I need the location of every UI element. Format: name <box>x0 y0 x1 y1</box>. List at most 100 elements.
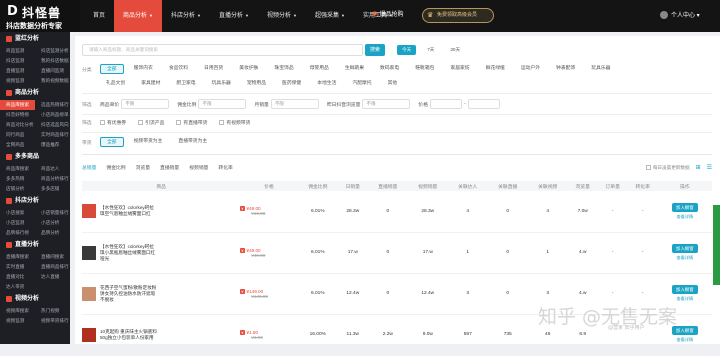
source-chip[interactable]: 视频带货为主 <box>128 137 169 147</box>
price-min-input[interactable] <box>430 99 463 109</box>
sidebar-item[interactable]: 小店商品榜单 <box>35 110 70 120</box>
column-header[interactable]: 直播销量 <box>367 181 408 191</box>
add-to-showcase-button[interactable]: 加入橱窗 <box>671 244 698 253</box>
category-chip[interactable]: 食品饮料 <box>163 64 194 74</box>
price-max-input[interactable] <box>467 99 500 109</box>
nav-item-0[interactable]: 首页 <box>84 0 114 32</box>
checkbox[interactable] <box>176 120 182 126</box>
sidebar-group-2[interactable]: 多多商品 <box>0 150 70 164</box>
search-input[interactable]: 请输入商品标题、商品关键词搜索 <box>82 44 363 56</box>
search-button[interactable]: 搜索 <box>365 44 385 56</box>
product[interactable]: 【水性狂欢】colorkey珂拉琪小黑瓶唇釉丝绒雾面口红哑光 <box>82 244 240 262</box>
category-chip[interactable]: 礼品文创 <box>100 79 131 89</box>
sidebar-item[interactable]: 直播库搜索 <box>0 252 35 262</box>
sidebar-group-0[interactable]: 蓝红分析 <box>0 32 70 46</box>
product-name[interactable]: 花西子空气蜜粉/散粉定妆粉饼女持久控油防水防汗遮瑕不脱妆 <box>100 285 158 303</box>
category-chip[interactable]: 鲜花绿植 <box>480 64 511 74</box>
column-header[interactable]: 关联直播 <box>487 181 528 191</box>
sidebar-item[interactable]: 抖音好物榜 <box>0 110 35 120</box>
daily-update-checkbox[interactable] <box>645 165 651 170</box>
sidebar-item[interactable]: 直播间监测 <box>35 66 70 76</box>
option-checkbox[interactable]: 有优惠券 <box>100 119 126 126</box>
sidebar-item[interactable]: 直播间搜索 <box>35 252 70 262</box>
product-name[interactable]: 【水性狂欢】colorkey珂拉琪空气唇釉丝绒雾面口红 <box>100 205 158 217</box>
sidebar-item[interactable]: 直播商品排行 <box>35 262 70 272</box>
category-chip[interactable]: 珠宝饰品 <box>268 64 299 74</box>
sidebar-item[interactable]: 小店搜索 <box>0 208 35 218</box>
product[interactable]: 花西子空气蜜粉/散粉定妆粉饼女持久控油防水防汗遮瑕不脱妆 <box>82 285 240 303</box>
sidebar-item[interactable]: 商品库搜索 <box>0 100 35 110</box>
sidebar-item[interactable]: 小店销量排行 <box>35 208 70 218</box>
range-select[interactable]: 不限 <box>270 99 319 109</box>
sidebar-item[interactable]: 直播监测 <box>0 66 35 76</box>
product-name[interactable]: 【水性狂欢】colorkey珂拉琪小黑瓶唇釉丝绒雾面口红哑光 <box>100 244 158 262</box>
category-chip[interactable]: 本地生活 <box>311 79 342 89</box>
category-chip[interactable]: 美妆护肤 <box>233 64 264 74</box>
sidebar-item[interactable]: 直播对比 <box>0 272 35 282</box>
sort-tab[interactable]: 直播销量 <box>160 164 179 171</box>
sidebar-item[interactable]: 实时直播 <box>0 262 35 272</box>
column-header[interactable]: 关联视频 <box>527 181 568 191</box>
column-header[interactable]: 转化率 <box>627 181 658 191</box>
sidebar-item[interactable]: 视频带货排行 <box>35 316 70 326</box>
sidebar-item[interactable]: 品牌排行榜 <box>0 228 35 238</box>
sidebar-item[interactable]: 抖店选品风向 <box>35 120 70 130</box>
sidebar-item[interactable]: 达人带货 <box>0 282 35 292</box>
option-checkbox[interactable]: 有视频带货 <box>219 119 250 126</box>
add-to-showcase-button[interactable]: 加入橱窗 <box>671 202 698 212</box>
logo[interactable]: D 抖怪兽 抖店数据分析专家 <box>0 0 80 32</box>
sidebar-item[interactable]: 同行商品 <box>0 130 35 140</box>
category-chip[interactable]: 其他 <box>382 79 404 89</box>
list-view-icon[interactable]: ☰ <box>707 164 712 171</box>
category-chip[interactable]: 钟表配饰 <box>550 64 581 74</box>
sidebar-item[interactable]: 多多热销 <box>0 174 35 184</box>
sidebar-item[interactable]: 我的抖店数据 <box>35 56 70 66</box>
sidebar-item[interactable]: 抖店监测分析 <box>35 46 70 56</box>
view-details-link[interactable]: 查看详情 <box>658 214 712 220</box>
sidebar-item[interactable]: 品牌分析 <box>35 228 70 238</box>
sidebar-item[interactable]: 视频监测 <box>0 316 35 326</box>
sidebar-item[interactable]: 视频库搜索 <box>0 306 35 316</box>
sidebar-item[interactable]: 热门视频 <box>35 306 70 316</box>
sort-tab[interactable]: 佣金比例 <box>106 164 125 171</box>
source-chip[interactable]: 全部 <box>100 137 124 147</box>
option-checkbox[interactable]: 有直播带货 <box>176 119 207 126</box>
sidebar-item[interactable]: 达人直播 <box>35 272 70 282</box>
sort-tab[interactable]: 视频销量 <box>189 164 208 171</box>
user-center[interactable]: 个人中心 ▾ <box>660 10 700 20</box>
sidebar-item[interactable]: 商品分析排行 <box>35 174 70 184</box>
range-select[interactable]: 不限 <box>121 99 170 109</box>
sidebar-item[interactable]: 视频监测 <box>0 76 35 86</box>
add-to-showcase-button[interactable]: 加入橱窗 <box>671 285 698 294</box>
sidebar-item[interactable]: 实时商品排行 <box>35 130 70 140</box>
view-details-link[interactable]: 查看详情 <box>658 337 712 343</box>
nav-item-3[interactable]: 直播分析 ▼ <box>210 0 258 32</box>
sidebar-item[interactable]: 多多店铺 <box>35 184 70 194</box>
column-header[interactable]: 日销量 <box>337 181 368 191</box>
sidebar-item[interactable]: 小店监测 <box>0 218 35 228</box>
sidebar-item[interactable]: 商品达人 <box>35 164 70 174</box>
category-chip[interactable]: 运动户外 <box>515 64 546 74</box>
sidebar-group-3[interactable]: 抖店分析 <box>0 194 70 208</box>
sort-tab[interactable]: 转化率 <box>218 164 232 171</box>
time-range-option[interactable]: 30天 <box>445 45 465 55</box>
category-chip[interactable]: 数码家电 <box>374 64 405 74</box>
checkbox[interactable] <box>138 120 144 126</box>
sort-tab[interactable]: 总销量 <box>82 164 96 171</box>
grid-view-icon[interactable]: ⊞ <box>696 164 701 171</box>
product[interactable]: 【水性狂欢】colorkey珂拉琪空气唇釉丝绒雾面口红 <box>82 204 240 219</box>
column-header[interactable]: 价格 <box>240 181 298 191</box>
checkbox[interactable] <box>219 120 225 126</box>
category-chip[interactable]: 厨卫家电 <box>170 79 201 89</box>
product-name[interactable]: 10克起购 重庆味主火锅底料50g独立小包装单人份家用 <box>100 329 158 341</box>
sidebar-group-1[interactable]: 商品分析 <box>0 86 70 100</box>
category-chip[interactable]: 鞋靴箱包 <box>409 64 440 74</box>
nav-item-4[interactable]: 视频分析 ▼ <box>258 0 306 32</box>
time-range-option[interactable]: 今天 <box>397 45 417 55</box>
vip-button[interactable]: ♛ 免费领取高级会员 <box>422 8 494 23</box>
sidebar-item[interactable] <box>35 282 70 292</box>
category-chip[interactable]: 生鲜蔬果 <box>339 64 370 74</box>
sidebar-item[interactable]: 商品对比分析 <box>0 120 35 130</box>
range-select[interactable]: 不限 <box>198 99 247 109</box>
option-checkbox[interactable]: 引流产品 <box>138 119 164 126</box>
